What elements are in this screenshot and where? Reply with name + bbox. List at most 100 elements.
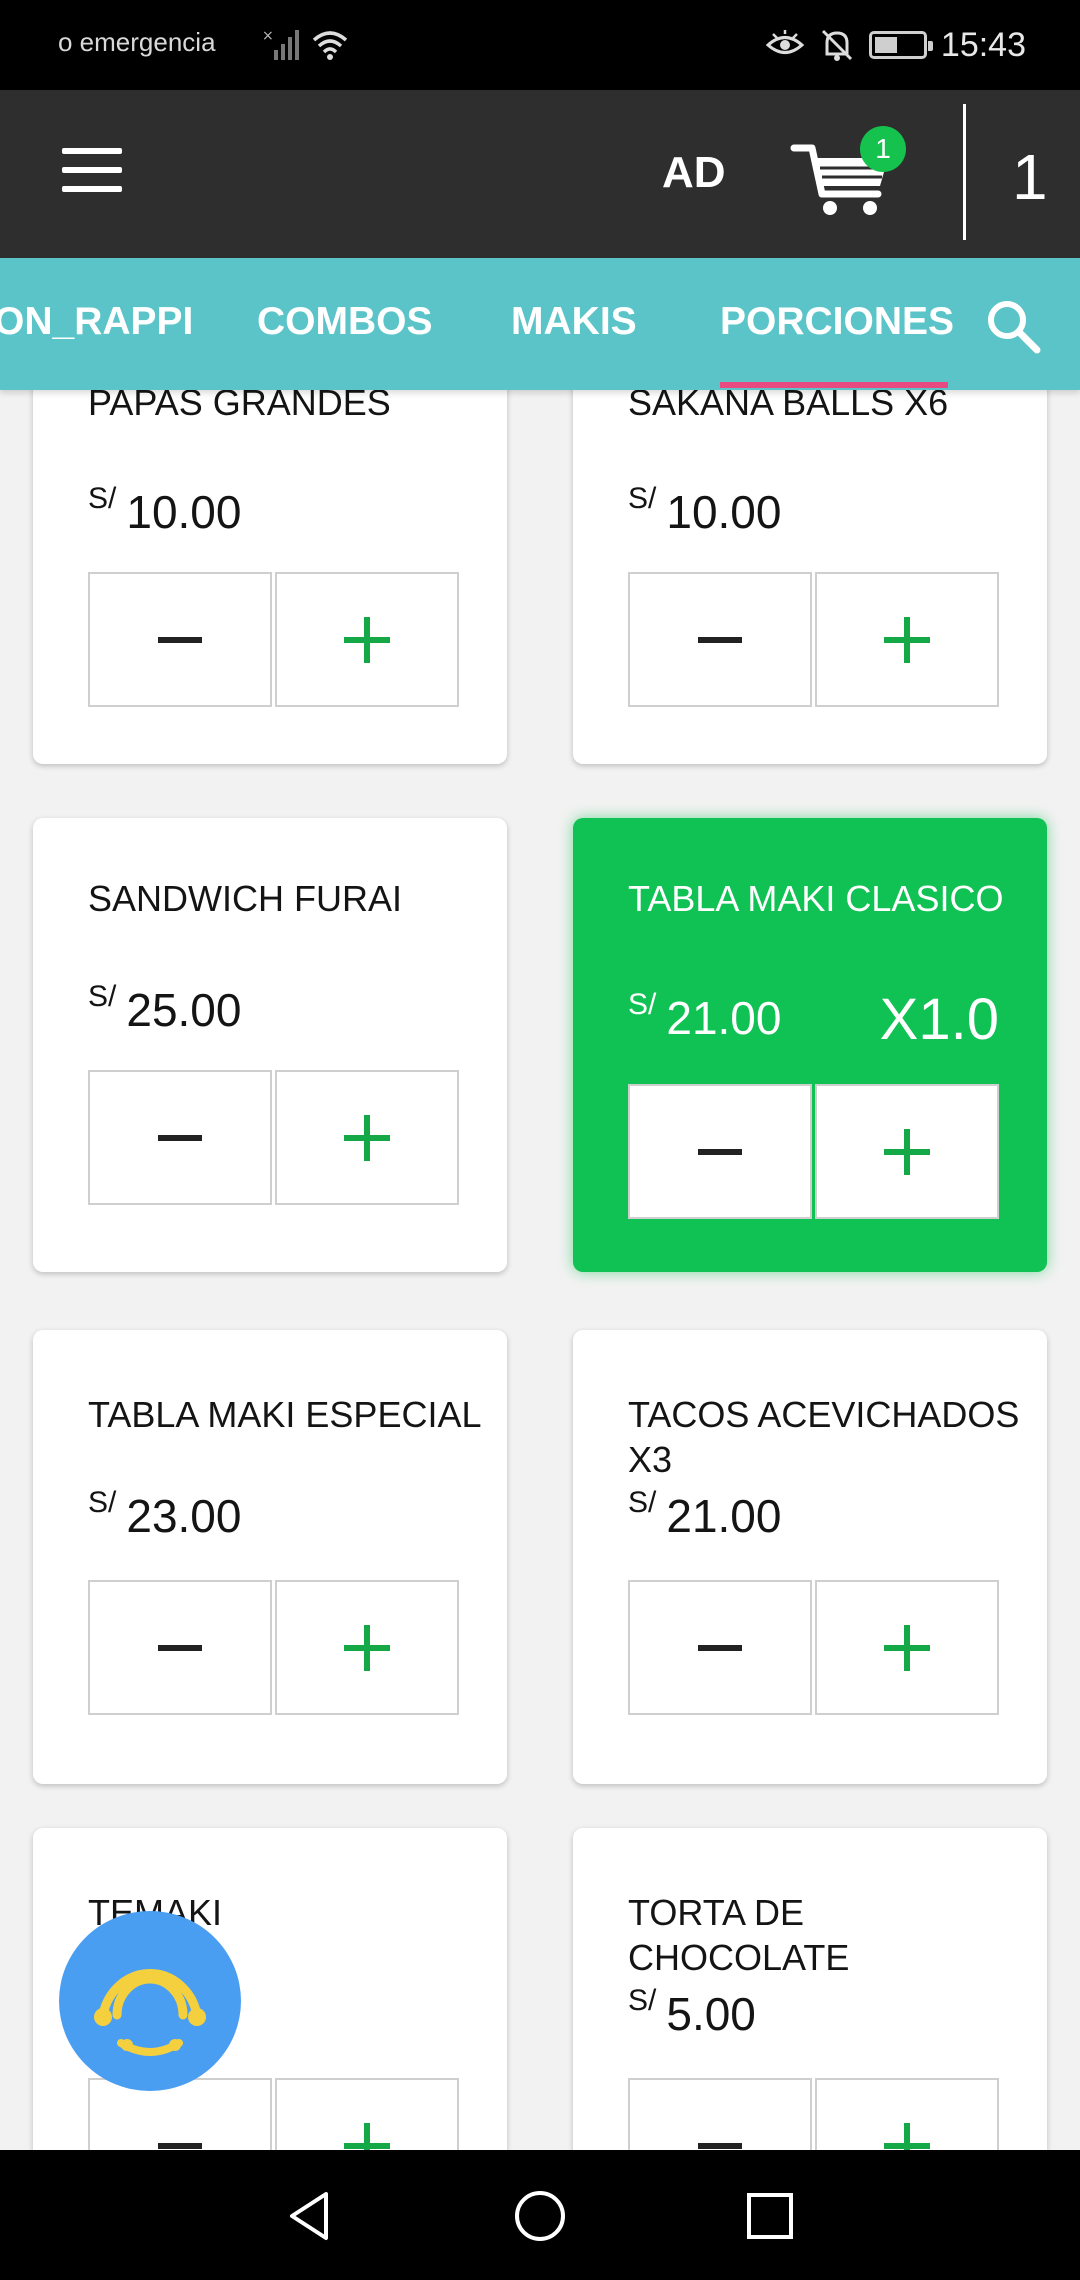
quantity-stepper <box>628 2078 999 2150</box>
currency-symbol: S/ <box>88 1486 117 1519</box>
product-card-sakana-balls[interactable]: SAKANA BALLS X6 S/ 10.00 <box>573 390 1047 764</box>
price-amount: 5.00 <box>666 1988 756 2040</box>
bell-off-icon <box>821 29 852 61</box>
quantity-stepper <box>628 1580 999 1715</box>
decrease-button[interactable] <box>628 572 812 707</box>
price-amount: 21.00 <box>666 992 782 1044</box>
currency-symbol: S/ <box>628 482 657 515</box>
plus-icon <box>344 1114 390 1161</box>
category-tabs: ON_RAPPI COMBOS MAKIS PORCIONES <box>0 258 1080 390</box>
price-amount: 23.00 <box>126 1490 242 1542</box>
tab-porciones[interactable]: PORCIONES <box>720 300 954 344</box>
minus-icon <box>698 1148 742 1155</box>
signal-off-icon: × <box>262 28 299 60</box>
increase-button[interactable] <box>815 1580 999 1715</box>
plus-icon <box>344 2122 390 2150</box>
recents-icon[interactable] <box>742 2188 798 2244</box>
decrease-button[interactable] <box>628 1084 812 1219</box>
product-name: PAPAS GRANDES <box>88 390 391 423</box>
menu-icon-line <box>62 148 122 154</box>
chat-support-button[interactable] <box>59 1911 241 2091</box>
quantity-stepper <box>628 1084 999 1219</box>
tab-combos[interactable]: COMBOS <box>257 300 433 344</box>
menu-button[interactable] <box>62 148 122 192</box>
increase-button[interactable] <box>275 1580 459 1715</box>
product-price: S/ 5.00 <box>628 1982 756 2040</box>
decrease-button[interactable] <box>88 1580 272 1715</box>
increase-button[interactable] <box>815 1084 999 1219</box>
product-name: TABLA MAKI CLASICO <box>628 878 1004 919</box>
minus-icon <box>158 2142 202 2149</box>
plus-icon <box>344 1624 390 1671</box>
menu-icon-line <box>62 186 122 192</box>
minus-icon <box>698 1644 742 1651</box>
status-bar: o emergencia × 15:43 <box>0 0 1080 90</box>
product-name: SANDWICH FURAI <box>88 878 402 919</box>
product-price: S/ 10.00 <box>88 480 241 538</box>
minus-icon <box>698 2142 742 2149</box>
selected-quantity-label: X1.0 <box>879 987 999 1052</box>
back-icon[interactable] <box>282 2188 338 2244</box>
price-amount: 10.00 <box>126 486 242 538</box>
price-amount: 10.00 <box>666 486 782 538</box>
cart-count-badge: 1 <box>860 126 906 172</box>
home-icon[interactable] <box>512 2188 568 2244</box>
currency-symbol: S/ <box>88 482 117 515</box>
plus-icon <box>884 2122 930 2150</box>
product-name: SAKANA BALLS X6 <box>628 390 949 423</box>
increase-button[interactable] <box>815 2078 999 2150</box>
minus-icon <box>158 1644 202 1651</box>
user-initials[interactable]: AD <box>662 148 726 198</box>
tab-on-rappi[interactable]: ON_RAPPI <box>0 300 193 344</box>
product-card-tacos-acevichados[interactable]: TACOS ACEVICHADOS X3 S/ 21.00 <box>573 1330 1047 1784</box>
product-name: TACOS ACEVICHADOS X3 <box>628 1394 1020 1480</box>
increase-button[interactable] <box>815 572 999 707</box>
appbar-number[interactable]: 1 <box>1012 140 1048 214</box>
decrease-button[interactable] <box>88 1070 272 1205</box>
increase-button[interactable] <box>275 2078 459 2150</box>
status-carrier-text: o emergencia <box>58 27 216 57</box>
increase-button[interactable] <box>275 572 459 707</box>
tab-makis[interactable]: MAKIS <box>511 300 637 344</box>
product-name: TORTA DE CHOCOLATE <box>628 1892 850 1978</box>
product-card-tabla-maki-especial[interactable]: TABLA MAKI ESPECIAL S/ 23.00 <box>33 1330 507 1784</box>
system-nav-bar <box>0 2150 1080 2280</box>
plus-icon <box>344 616 390 663</box>
product-card-tabla-maki-clasico[interactable]: TABLA MAKI CLASICO S/ 21.00 X1.0 <box>573 818 1047 1272</box>
plus-icon <box>884 616 930 663</box>
quantity-stepper <box>628 572 999 707</box>
appbar-divider <box>963 104 966 240</box>
menu-icon-line <box>62 167 122 173</box>
status-time: 15:43 <box>940 25 1026 64</box>
minus-icon <box>158 1134 202 1141</box>
currency-symbol: S/ <box>628 988 657 1021</box>
currency-symbol: S/ <box>628 1486 657 1519</box>
product-price: S/ 25.00 <box>88 978 241 1036</box>
headset-icon <box>94 1969 206 2056</box>
plus-icon <box>884 1624 930 1671</box>
minus-icon <box>698 636 742 643</box>
active-tab-indicator <box>720 382 948 388</box>
product-card-sandwich-furai[interactable]: SANDWICH FURAI S/ 25.00 <box>33 818 507 1272</box>
price-amount: 21.00 <box>666 1490 782 1542</box>
increase-button[interactable] <box>275 1070 459 1205</box>
decrease-button[interactable] <box>88 572 272 707</box>
minus-icon <box>158 636 202 643</box>
svg-text:×: × <box>262 28 274 44</box>
product-grid: PAPAS GRANDES S/ 10.00 SAKANA BALLS X6 S… <box>0 390 1080 2150</box>
product-card-papas-grandes[interactable]: PAPAS GRANDES S/ 10.00 <box>33 390 507 764</box>
search-icon[interactable] <box>983 296 1043 356</box>
battery-icon <box>868 31 933 59</box>
wifi-icon <box>312 31 348 60</box>
currency-symbol: S/ <box>628 1984 657 2017</box>
decrease-button[interactable] <box>628 2078 812 2150</box>
product-price: S/ 21.00 <box>628 1484 781 1542</box>
quantity-stepper <box>88 572 459 707</box>
product-price: S/ 23.00 <box>88 1484 241 1542</box>
product-card-torta-de-chocolate[interactable]: TORTA DE CHOCOLATE S/ 5.00 <box>573 1828 1047 2150</box>
status-icons: 15:43 <box>765 22 1026 68</box>
product-price: S/ 10.00 <box>628 480 781 538</box>
product-price: S/ 21.00 <box>628 986 781 1044</box>
plus-icon <box>884 1128 930 1175</box>
decrease-button[interactable] <box>628 1580 812 1715</box>
